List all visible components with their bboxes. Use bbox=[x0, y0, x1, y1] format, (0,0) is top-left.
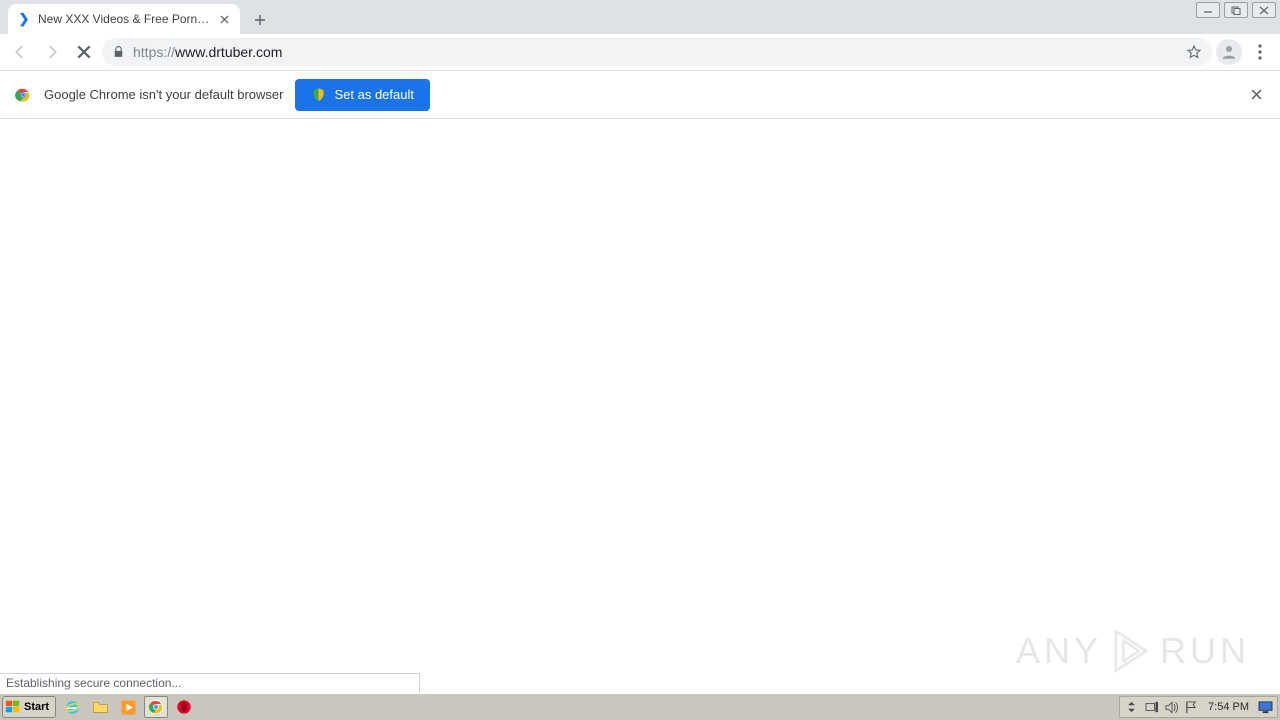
window-maximize-button[interactable] bbox=[1224, 2, 1248, 18]
taskbar-explorer-icon[interactable] bbox=[88, 696, 112, 718]
start-label: Start bbox=[24, 701, 49, 713]
windows-taskbar: Start 7:54 PM bbox=[0, 693, 1280, 720]
play-icon bbox=[1112, 629, 1150, 673]
tray-expand-icon[interactable] bbox=[1124, 700, 1139, 715]
system-tray: 7:54 PM bbox=[1119, 696, 1278, 718]
watermark-left: ANY bbox=[1016, 630, 1102, 672]
tab-favicon: ❯ bbox=[16, 11, 32, 27]
set-default-label: Set as default bbox=[334, 87, 414, 102]
tray-clock[interactable]: 7:54 PM bbox=[1208, 701, 1249, 713]
stop-reload-button[interactable] bbox=[70, 38, 98, 66]
taskbar-media-icon[interactable] bbox=[116, 696, 140, 718]
watermark-right: RUN bbox=[1160, 630, 1250, 672]
url-text: https://www.drtuber.com bbox=[133, 44, 282, 60]
lock-icon bbox=[112, 45, 125, 59]
tab-title: New XXX Videos & Free Porn Movies bbox=[38, 12, 210, 26]
tray-flag-icon[interactable] bbox=[1184, 700, 1199, 715]
shield-icon bbox=[311, 87, 326, 102]
taskbar-ie-icon[interactable] bbox=[60, 696, 84, 718]
bookmark-star-icon[interactable] bbox=[1186, 44, 1202, 60]
window-close-button[interactable] bbox=[1252, 2, 1276, 18]
taskbar-opera-icon[interactable] bbox=[172, 696, 196, 718]
taskbar-chrome-icon[interactable] bbox=[144, 696, 168, 718]
chrome-logo-icon bbox=[14, 86, 32, 104]
url-host: www.drtuber.com bbox=[175, 44, 282, 60]
tab-strip: ❯ New XXX Videos & Free Porn Movies bbox=[0, 0, 1280, 34]
browser-toolbar: https://www.drtuber.com bbox=[0, 34, 1280, 71]
anyrun-watermark: ANY RUN bbox=[1016, 629, 1250, 673]
set-default-button[interactable]: Set as default bbox=[295, 79, 430, 111]
windows-flag-icon bbox=[5, 699, 21, 715]
back-button[interactable] bbox=[6, 38, 34, 66]
page-content: Establishing secure connection... ANY RU… bbox=[0, 119, 1280, 693]
forward-button[interactable] bbox=[38, 38, 66, 66]
start-button[interactable]: Start bbox=[2, 696, 56, 718]
profile-avatar[interactable] bbox=[1216, 39, 1242, 65]
window-minimize-button[interactable] bbox=[1196, 2, 1220, 18]
address-bar[interactable]: https://www.drtuber.com bbox=[102, 38, 1212, 66]
tab-close-icon[interactable] bbox=[216, 11, 232, 27]
new-tab-button[interactable] bbox=[246, 6, 274, 34]
window-controls bbox=[1196, 2, 1276, 18]
tray-device-icon[interactable] bbox=[1144, 700, 1159, 715]
tray-monitor-icon[interactable] bbox=[1258, 700, 1273, 715]
status-bar: Establishing secure connection... bbox=[0, 673, 420, 693]
url-scheme: https:// bbox=[133, 44, 175, 60]
default-browser-infobar: Google Chrome isn't your default browser… bbox=[0, 71, 1280, 119]
tray-volume-icon[interactable] bbox=[1164, 700, 1179, 715]
infobar-message: Google Chrome isn't your default browser bbox=[44, 87, 283, 102]
browser-tab[interactable]: ❯ New XXX Videos & Free Porn Movies bbox=[8, 4, 240, 34]
infobar-close-icon[interactable] bbox=[1246, 85, 1266, 105]
chrome-menu-button[interactable] bbox=[1246, 44, 1274, 60]
